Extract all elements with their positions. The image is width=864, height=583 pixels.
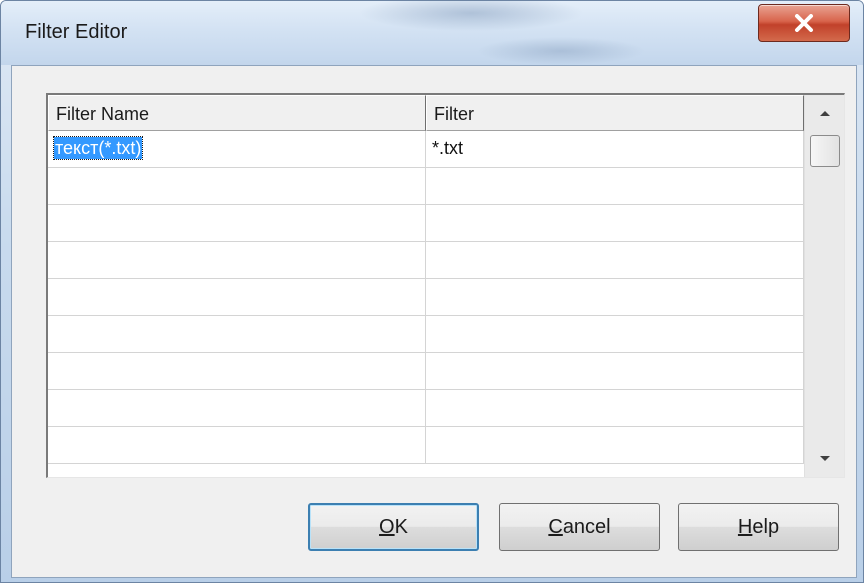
close-button[interactable]: [758, 4, 850, 42]
column-header-filter[interactable]: Filter: [426, 95, 804, 131]
help-label-rest: elp: [752, 515, 780, 538]
filter-pattern-cell[interactable]: [426, 205, 804, 241]
title-bar[interactable]: Filter Editor: [1, 1, 863, 65]
table-row[interactable]: [48, 353, 804, 390]
filter-pattern-cell[interactable]: [426, 168, 804, 204]
table-row[interactable]: [48, 168, 804, 205]
filter-editor-dialog: Filter Editor Filter Name Filter текст(*…: [0, 0, 864, 583]
cancel-mnemonic: C: [548, 515, 563, 538]
scroll-thumb[interactable]: [810, 135, 840, 167]
filter-name-cell[interactable]: [48, 390, 426, 426]
filter-name-cell[interactable]: [48, 205, 426, 241]
vertical-scrollbar[interactable]: [804, 95, 844, 477]
filter-name-cell[interactable]: [48, 316, 426, 352]
grid-header: Filter Name Filter: [48, 95, 804, 131]
filter-pattern-cell[interactable]: [426, 242, 804, 278]
table-row[interactable]: [48, 316, 804, 353]
table-row[interactable]: [48, 390, 804, 427]
filter-name-cell[interactable]: [48, 427, 426, 463]
column-header-filter-name[interactable]: Filter Name: [48, 95, 426, 131]
filter-pattern-cell[interactable]: *.txt: [426, 131, 804, 167]
filter-pattern-cell[interactable]: [426, 316, 804, 352]
cancel-label-rest: ancel: [562, 515, 611, 538]
dialog-client-area: Filter Name Filter текст(*.txt) *.txt O …: [11, 65, 857, 578]
window-title: Filter Editor: [25, 21, 128, 43]
scroll-down-button[interactable]: [805, 441, 844, 477]
ok-mnemonic: O: [379, 515, 395, 538]
filter-name-text[interactable]: текст(*.txt): [52, 136, 144, 160]
filter-name-cell[interactable]: [48, 279, 426, 315]
scroll-up-button[interactable]: [805, 95, 844, 131]
filter-pattern-cell[interactable]: [426, 427, 804, 463]
filter-grid[interactable]: Filter Name Filter текст(*.txt) *.txt: [46, 93, 845, 478]
table-row[interactable]: [48, 279, 804, 316]
help-mnemonic: H: [737, 515, 753, 538]
ok-label-rest: K: [394, 515, 408, 538]
table-row[interactable]: [48, 205, 804, 242]
filter-name-cell[interactable]: текст(*.txt): [48, 131, 426, 167]
filter-name-cell[interactable]: [48, 242, 426, 278]
filter-pattern-cell[interactable]: [426, 353, 804, 389]
close-icon: [795, 14, 813, 32]
filter-pattern-cell[interactable]: [426, 279, 804, 315]
filter-name-cell[interactable]: [48, 353, 426, 389]
table-row[interactable]: [48, 427, 804, 464]
grid-rows: текст(*.txt) *.txt: [48, 131, 804, 464]
cancel-button[interactable]: Cancel: [499, 503, 660, 551]
ok-button[interactable]: OK: [308, 503, 479, 551]
scroll-down-arrow-icon: [819, 456, 830, 461]
help-button[interactable]: Help: [678, 503, 839, 551]
table-row[interactable]: [48, 242, 804, 279]
table-row[interactable]: текст(*.txt) *.txt: [48, 131, 804, 168]
scroll-up-arrow-icon: [819, 111, 830, 116]
filter-pattern-cell[interactable]: [426, 390, 804, 426]
filter-name-cell[interactable]: [48, 168, 426, 204]
